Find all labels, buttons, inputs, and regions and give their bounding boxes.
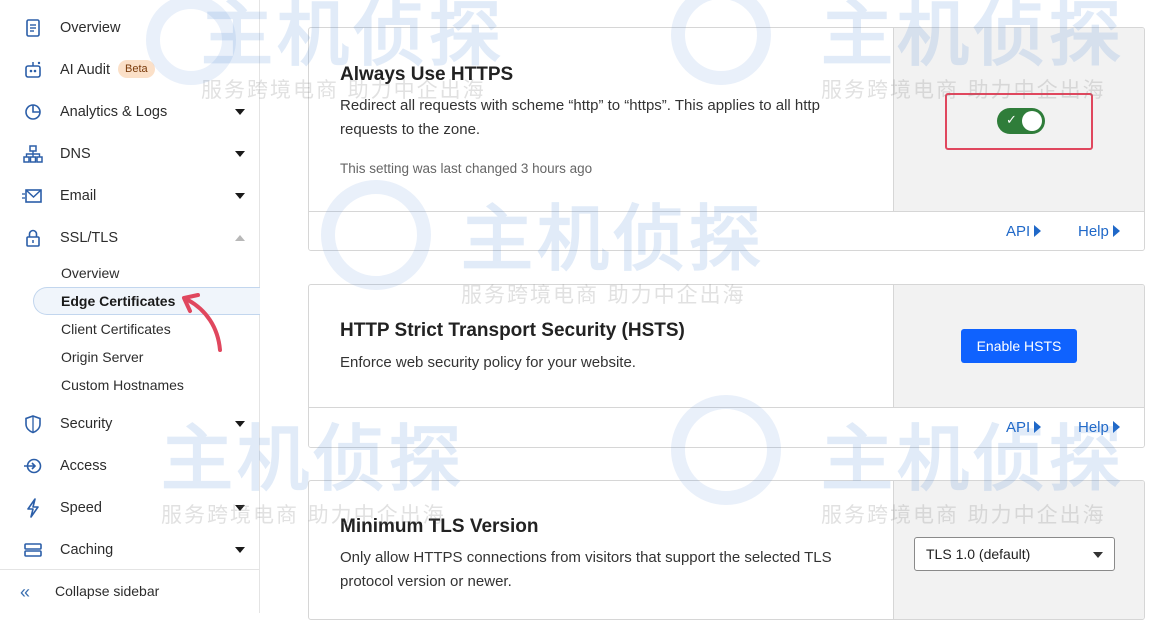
- select-value: TLS 1.0 (default): [926, 546, 1031, 562]
- always-use-https-toggle[interactable]: ✓: [997, 108, 1045, 134]
- collapse-sidebar-label: Collapse sidebar: [55, 583, 160, 599]
- api-link[interactable]: API: [1006, 223, 1042, 240]
- chevron-up-icon[interactable]: [235, 235, 245, 241]
- play-icon: [1034, 225, 1042, 237]
- help-link[interactable]: Help: [1078, 223, 1120, 240]
- main-content: Always Use HTTPS Redirect all requests w…: [146, 0, 1152, 620]
- sidebar-item-label: Overview: [60, 20, 121, 36]
- sidebar-item-label: Caching: [60, 542, 114, 558]
- card-body: Minimum TLS Version Only allow HTTPS con…: [309, 481, 893, 619]
- lock-icon: [22, 227, 44, 249]
- last-changed-note: This setting was last changed 3 hours ag…: [340, 161, 593, 176]
- api-link-label: API: [1006, 223, 1031, 240]
- chevron-down-icon: [1093, 552, 1103, 558]
- help-link-label: Help: [1078, 419, 1109, 436]
- card-title: Minimum TLS Version: [340, 516, 539, 537]
- play-icon: [1112, 421, 1120, 433]
- sidebar-subitem-custom-hostnames[interactable]: Custom Hostnames: [61, 372, 184, 398]
- card-footer: API Help: [309, 407, 1144, 447]
- help-link[interactable]: Help: [1078, 419, 1120, 436]
- sidebar-item-email[interactable]: Email: [0, 175, 259, 217]
- tls-version-select[interactable]: TLS 1.0 (default): [914, 537, 1115, 571]
- document-icon: [22, 17, 44, 39]
- card-control-panel: Enable HSTS: [893, 285, 1144, 407]
- chevron-down-icon[interactable]: [235, 193, 245, 199]
- sidebar: Overview AI Audit Beta Analytics & Logs …: [0, 0, 260, 613]
- card-control-panel: TLS 1.0 (default): [893, 481, 1144, 619]
- sidebar-item-label: Speed: [60, 500, 102, 516]
- sidebar-item-label: DNS: [60, 146, 91, 162]
- sidebar-item-caching[interactable]: Caching: [0, 529, 259, 571]
- sidebar-item-access[interactable]: Access: [0, 445, 259, 487]
- card-title: HTTP Strict Transport Security (HSTS): [340, 320, 685, 341]
- chevron-down-icon[interactable]: [235, 547, 245, 553]
- toggle-knob: [1022, 111, 1042, 131]
- play-icon: [1112, 225, 1120, 237]
- access-icon: [22, 455, 44, 477]
- sidebar-subitem-overview[interactable]: Overview: [61, 260, 119, 286]
- sidebar-item-label: SSL/TLS: [60, 230, 119, 246]
- always-use-https-card: Always Use HTTPS Redirect all requests w…: [308, 27, 1145, 251]
- analytics-pie-icon: [22, 101, 44, 123]
- sidebar-item-label: Security: [60, 416, 113, 432]
- sidebar-item-security[interactable]: Security: [0, 403, 259, 445]
- card-control-panel: ✓: [893, 28, 1144, 211]
- card-title: Always Use HTTPS: [340, 64, 514, 85]
- highlight-frame: ✓: [945, 93, 1093, 150]
- api-link-label: API: [1006, 419, 1031, 436]
- sidebar-subitem-label: Edge Certificates: [61, 293, 176, 309]
- card-body: HTTP Strict Transport Security (HSTS) En…: [309, 285, 893, 407]
- chevron-down-icon[interactable]: [235, 151, 245, 157]
- sidebar-item-speed[interactable]: Speed: [0, 487, 259, 529]
- sidebar-item-label: Email: [60, 188, 97, 204]
- ai-audit-icon: [22, 59, 44, 81]
- pointer-arrow-icon: [182, 293, 222, 352]
- check-icon: ✓: [1006, 112, 1017, 127]
- collapse-sidebar-button[interactable]: « Collapse sidebar: [0, 569, 259, 613]
- play-icon: [1034, 421, 1042, 433]
- network-icon: [22, 143, 44, 165]
- card-description: Enforce web security policy for your web…: [340, 354, 636, 371]
- sidebar-item-label: AI Audit: [60, 62, 110, 78]
- sidebar-item-ssl-tls[interactable]: SSL/TLS: [0, 217, 259, 259]
- help-link-label: Help: [1078, 223, 1109, 240]
- sidebar-subitem-origin-server[interactable]: Origin Server: [61, 344, 143, 370]
- sidebar-item-analytics-logs[interactable]: Analytics & Logs: [0, 91, 259, 133]
- sidebar-item-label: Access: [60, 458, 107, 474]
- shield-icon: [22, 413, 44, 435]
- chevron-down-icon[interactable]: [235, 109, 245, 115]
- beta-badge: Beta: [118, 60, 155, 78]
- minimum-tls-card: Minimum TLS Version Only allow HTTPS con…: [308, 480, 1145, 620]
- chevron-down-icon[interactable]: [235, 421, 245, 427]
- chevron-down-icon[interactable]: [235, 505, 245, 511]
- envelope-icon: [22, 185, 44, 207]
- sidebar-item-dns[interactable]: DNS: [0, 133, 259, 175]
- card-footer: API Help: [309, 211, 1144, 250]
- lightning-icon: [22, 497, 44, 519]
- sidebar-subitem-client-certificates[interactable]: Client Certificates: [61, 316, 171, 342]
- sidebar-item-overview[interactable]: Overview: [0, 7, 259, 49]
- card-body: Always Use HTTPS Redirect all requests w…: [309, 28, 893, 211]
- sidebar-item-label: Analytics & Logs: [60, 104, 168, 120]
- card-description: Redirect all requests with scheme “http”…: [340, 97, 820, 138]
- double-chevron-left-icon: «: [20, 582, 31, 602]
- storage-icon: [22, 539, 44, 561]
- api-link[interactable]: API: [1006, 419, 1042, 436]
- sidebar-item-ai-audit[interactable]: AI Audit Beta: [0, 49, 259, 91]
- enable-hsts-button[interactable]: Enable HSTS: [961, 329, 1077, 363]
- hsts-card: HTTP Strict Transport Security (HSTS) En…: [308, 284, 1145, 448]
- card-description: Only allow HTTPS connections from visito…: [340, 549, 832, 590]
